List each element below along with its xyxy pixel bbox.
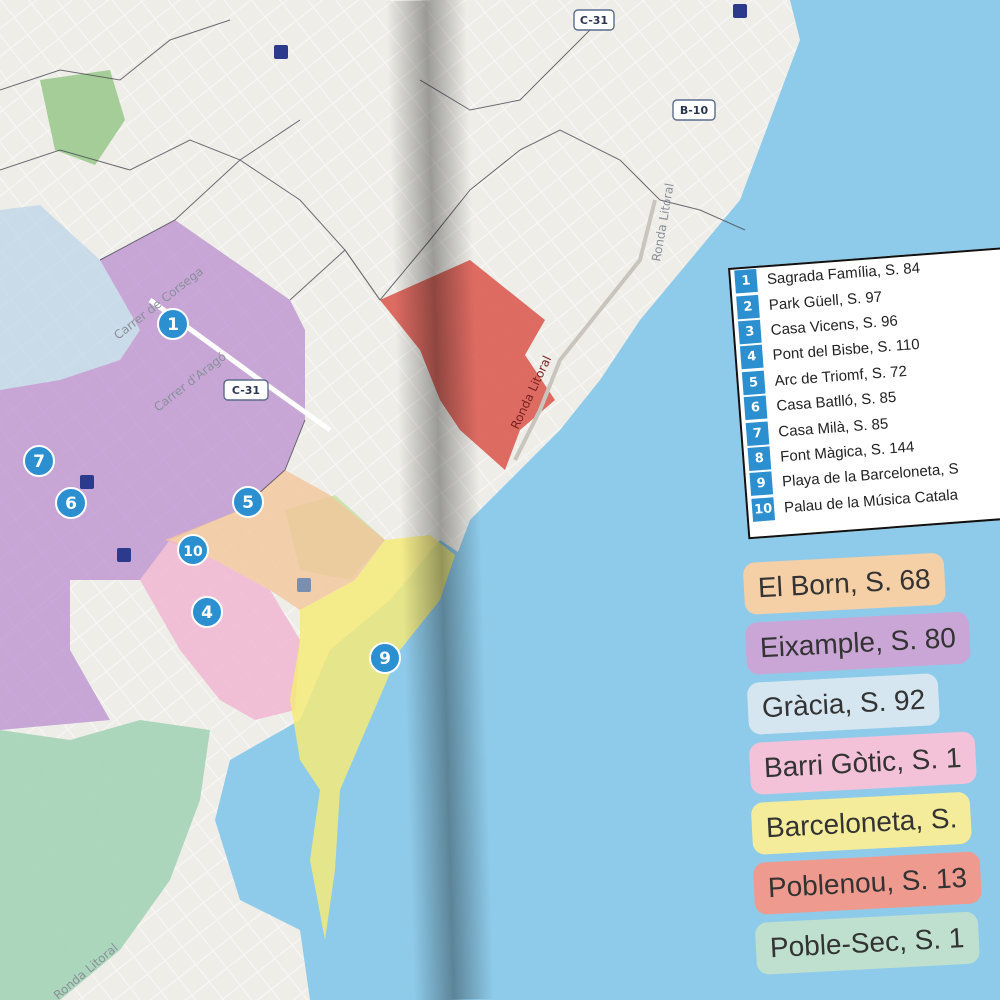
district-label: Eixample, S. 80	[744, 611, 972, 675]
legend-number-badge: 2	[736, 294, 760, 319]
poi-marker-6[interactable]: 6	[55, 487, 87, 519]
svg-text:B-10: B-10	[680, 104, 709, 117]
legend-number-badge: 6	[743, 395, 768, 421]
poi-marker-5[interactable]: 5	[232, 486, 264, 518]
metro-icon	[297, 578, 311, 592]
road-sign-b10: B-10	[672, 99, 716, 121]
poi-marker-9[interactable]: 9	[369, 642, 401, 674]
metro-icon	[274, 45, 288, 59]
district-label: Gràcia, S. 92	[746, 673, 941, 735]
district-legend: El Born, S. 68 Eixample, S. 80 Gràcia, S. …	[740, 545, 1000, 985]
poi-marker-10[interactable]: 10	[177, 534, 209, 566]
metro-icon	[80, 475, 94, 489]
guidebook-map-spread: C-31 B-10 C-31 Carrer de Corsega Carrer …	[0, 0, 1000, 1000]
road-sign-c31-top: C-31	[573, 9, 615, 31]
metro-icon	[733, 4, 747, 18]
road-sign-c31-mid: C-31	[223, 379, 269, 401]
district-label: El Born, S. 68	[742, 552, 946, 615]
poi-marker-1[interactable]: 1	[157, 308, 189, 340]
svg-text:1: 1	[167, 315, 179, 335]
metro-icon	[117, 548, 131, 562]
svg-text:5: 5	[242, 493, 254, 513]
legend-number-badge: 7	[745, 420, 770, 446]
svg-text:9: 9	[379, 649, 391, 669]
poi-marker-7[interactable]: 7	[23, 445, 55, 477]
legend-number-badge: 9	[749, 471, 774, 497]
legend-number-badge: 8	[747, 446, 772, 471]
legend-number-badge: 10	[751, 496, 776, 522]
legend-number-badge: 1	[734, 269, 758, 294]
poi-marker-4[interactable]: 4	[191, 596, 223, 628]
district-label: Barri Gòtic, S. 1	[748, 731, 977, 795]
svg-text:C-31: C-31	[580, 14, 608, 27]
svg-text:4: 4	[201, 603, 213, 623]
legend-number-badge: 5	[741, 370, 766, 395]
svg-text:10: 10	[183, 544, 203, 560]
poi-legend: 1 Sagrada Família, S. 84 2 Park Güell, S. 9…	[728, 245, 1000, 540]
svg-text:6: 6	[65, 494, 77, 514]
legend-number-badge: 4	[739, 345, 764, 370]
svg-text:C-31: C-31	[232, 384, 260, 397]
district-label: Poble-Sec, S. 1	[754, 911, 980, 975]
legend-number-badge: 3	[738, 319, 762, 345]
district-label: Barceloneta, S.	[750, 791, 973, 855]
svg-text:7: 7	[33, 452, 45, 472]
district-label: Poblenou, S. 13	[752, 851, 983, 915]
